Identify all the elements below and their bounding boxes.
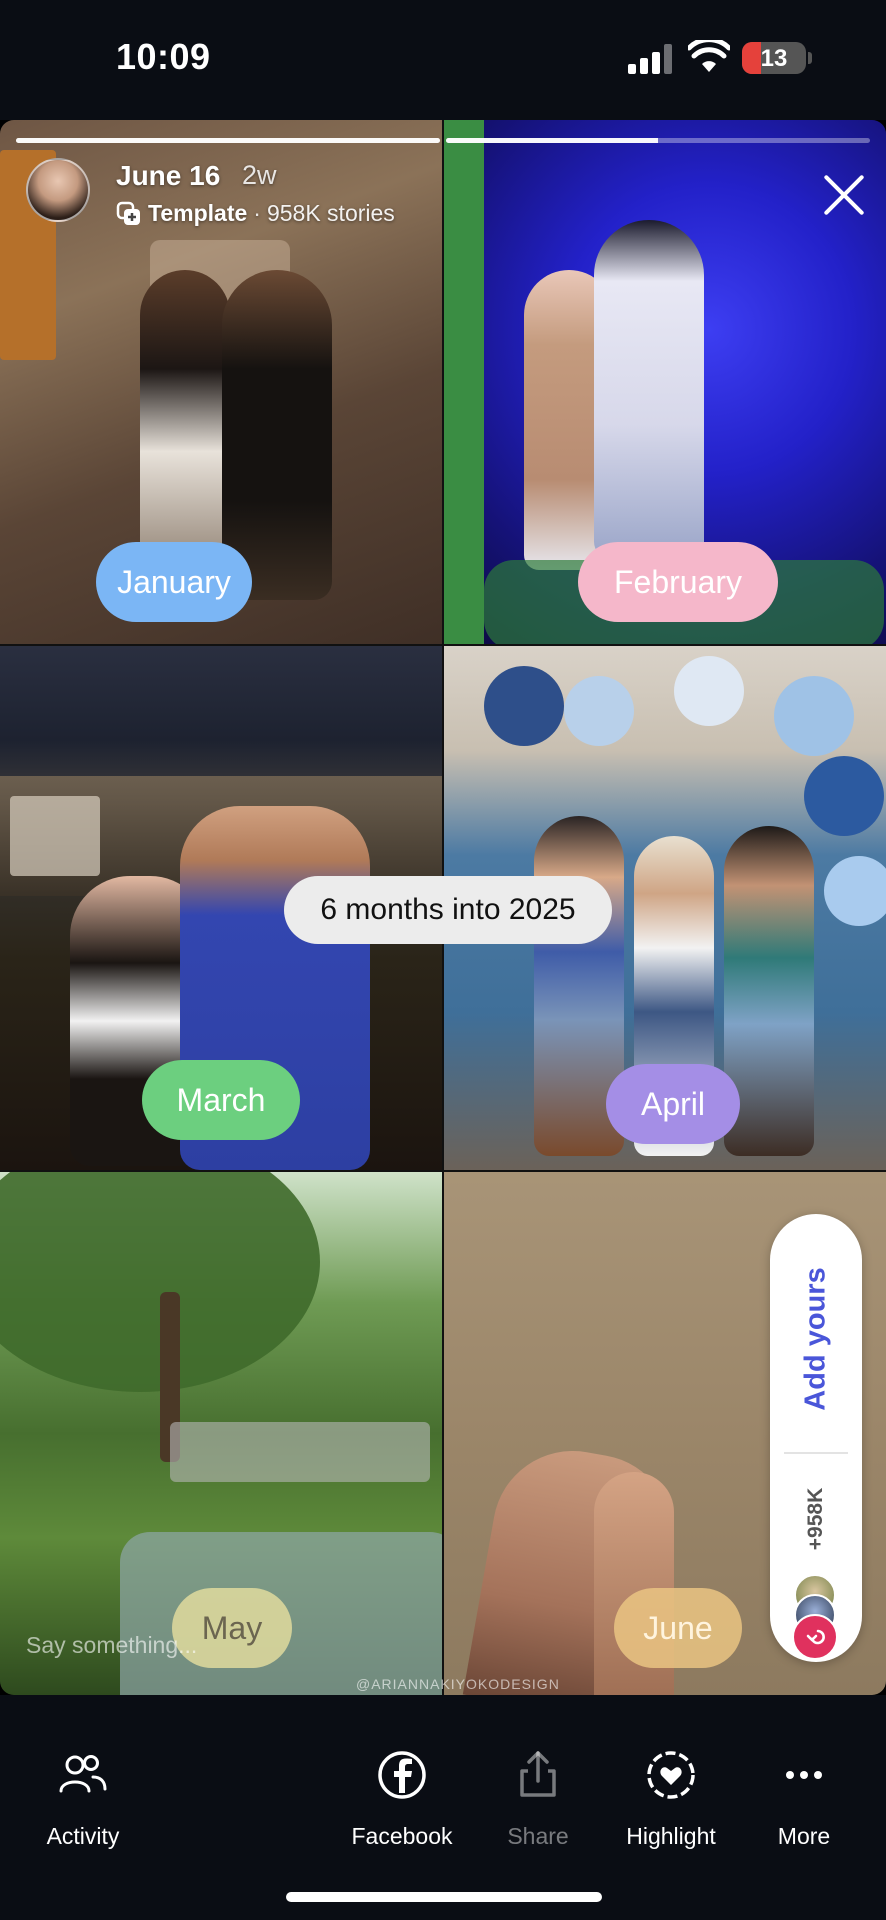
reply-input[interactable]: Say something...	[26, 1632, 197, 1659]
bubble-june: June	[614, 1588, 742, 1668]
share-icon	[520, 1751, 556, 1797]
add-yours-divider	[784, 1452, 848, 1454]
caption-bubble: 6 months into 2025	[284, 876, 612, 944]
status-time: 10:09	[116, 36, 211, 77]
progress-segment-2	[446, 138, 870, 143]
bubble-january: January	[96, 542, 252, 622]
return-arrow-icon	[806, 1629, 825, 1645]
share-button[interactable]: Share	[500, 1747, 576, 1850]
activity-label: Activity	[46, 1823, 120, 1849]
facebook-button[interactable]: Facebook	[346, 1747, 458, 1850]
more-button[interactable]: More	[770, 1747, 838, 1850]
facebook-icon	[378, 1751, 426, 1799]
close-icon[interactable]	[820, 170, 868, 218]
story-username[interactable]: June 16	[116, 160, 220, 192]
month-label: May	[201, 1609, 263, 1646]
bubble-march: March	[142, 1060, 300, 1140]
battery-level: 13	[760, 45, 788, 72]
story-time-ago: 2w	[242, 160, 277, 190]
template-icon	[116, 201, 140, 225]
month-label: February	[613, 563, 743, 600]
bubble-february: February	[578, 542, 778, 622]
template-label: Template	[148, 200, 248, 226]
add-yours-count-wrap: +958K	[790, 1464, 842, 1574]
add-yours-label: Add yours	[799, 1267, 832, 1411]
month-label: April	[640, 1085, 705, 1122]
add-yours-icon	[792, 1614, 838, 1660]
facebook-label: Facebook	[351, 1823, 453, 1849]
home-indicator[interactable]	[286, 1892, 602, 1902]
avatar[interactable]	[26, 158, 90, 222]
progress-segment-1	[16, 138, 440, 143]
add-yours-label-wrap: Add yours	[790, 1244, 842, 1434]
signal-icon	[628, 44, 676, 74]
share-label: Share	[507, 1823, 569, 1849]
month-label: March	[176, 1081, 266, 1118]
battery-icon: 13	[742, 42, 806, 74]
bubble-april: April	[606, 1064, 740, 1144]
status-bar: 10:09 13	[0, 0, 886, 120]
more-icon	[786, 1771, 822, 1779]
highlight-icon	[647, 1751, 695, 1799]
month-label: June	[643, 1609, 713, 1646]
story-viewer[interactable]: June 16 2w Template · 958K stories Janua…	[0, 120, 886, 1695]
template-count: 958K stories	[266, 200, 395, 226]
template-link[interactable]: Template · 958K stories	[116, 200, 395, 227]
wifi-icon	[688, 40, 730, 72]
watermark: @ARIANNAKIYOKODESIGN	[356, 1676, 560, 1692]
add-yours-count: +958K	[804, 1487, 827, 1551]
add-yours-sticker[interactable]: Add yours +958K	[770, 1214, 862, 1662]
month-label: January	[117, 563, 231, 600]
activity-button[interactable]: Activity	[38, 1747, 128, 1850]
highlight-button[interactable]: Highlight	[616, 1747, 726, 1850]
template-separator: ·	[253, 200, 261, 226]
activity-icon	[59, 1755, 107, 1793]
more-label: More	[777, 1823, 831, 1849]
highlight-label: Highlight	[626, 1823, 716, 1849]
battery-tip	[808, 52, 812, 64]
story-action-bar: Activity Facebook Share Highlight More	[0, 1695, 886, 1920]
